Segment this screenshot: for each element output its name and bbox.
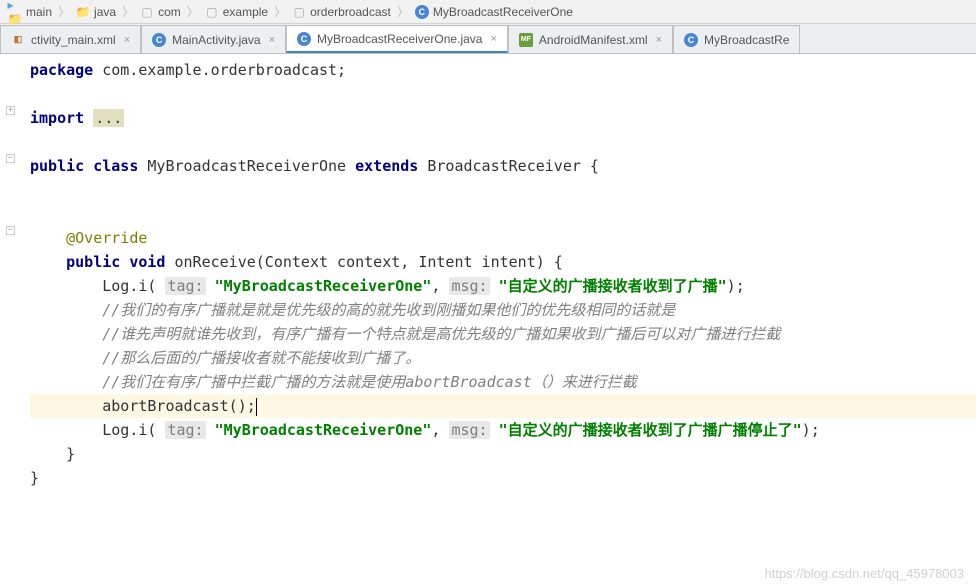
tab-mainactivity-java[interactable]: C MainActivity.java ×: [141, 25, 286, 53]
breadcrumb-label: orderbroadcast: [310, 5, 391, 19]
chevron-right-icon: 〉: [56, 3, 72, 20]
chevron-right-icon: 〉: [272, 3, 288, 20]
code-content[interactable]: package com.example.orderbroadcast; impo…: [0, 58, 976, 490]
folder-icon: ▸📁: [8, 5, 22, 19]
editor-tabs: ◧ ctivity_main.xml × C MainActivity.java…: [0, 24, 976, 54]
close-icon[interactable]: ×: [269, 34, 275, 46]
package-icon: ▢: [140, 5, 154, 19]
tab-mybroadcastre[interactable]: C MyBroadcastRe: [673, 25, 800, 53]
tab-label: MainActivity.java: [172, 33, 260, 47]
folder-icon: 📁: [76, 5, 90, 19]
xml-file-icon: ◧: [11, 33, 25, 47]
breadcrumb-item-java[interactable]: 📁 java: [72, 5, 120, 19]
chevron-right-icon: 〉: [120, 3, 136, 20]
watermark-text: https://blog.csdn.net/qq_45978003: [765, 566, 965, 581]
tab-label: MyBroadcastRe: [704, 33, 789, 47]
code-line: //我们的有序广播就是就是优先级的高的就先收到刚播如果他们的优先级相同的话就是: [30, 298, 976, 322]
breadcrumb-item-main[interactable]: ▸📁 main: [4, 5, 56, 19]
class-icon: C: [297, 32, 311, 46]
tab-androidmanifest-xml[interactable]: MF AndroidManifest.xml ×: [508, 25, 673, 53]
editor-gutter: + − −: [0, 54, 24, 490]
caret-icon: [256, 398, 257, 416]
breadcrumb-label: MyBroadcastReceiverOne: [433, 5, 573, 19]
class-icon: C: [684, 33, 698, 47]
blank-line: [30, 130, 976, 154]
blank-line: [30, 82, 976, 106]
code-line: //那么后面的广播接收者就不能接收到广播了。: [30, 346, 976, 370]
tab-mybroadcastreceiverone-java[interactable]: C MyBroadcastReceiverOne.java ×: [286, 25, 508, 53]
breadcrumb-bar: ▸📁 main 〉 📁 java 〉 ▢ com 〉 ▢ example 〉 ▢…: [0, 0, 976, 24]
tab-label: MyBroadcastReceiverOne.java: [317, 32, 482, 46]
class-icon: C: [415, 5, 429, 19]
code-line: @Override: [30, 226, 976, 250]
breadcrumb-item-com[interactable]: ▢ com: [136, 5, 185, 19]
tab-label: ctivity_main.xml: [31, 33, 116, 47]
breadcrumb-label: example: [223, 5, 268, 19]
breadcrumb-label: java: [94, 5, 116, 19]
tab-label: AndroidManifest.xml: [539, 33, 648, 47]
code-line: }: [30, 442, 976, 466]
breadcrumb-item-orderbroadcast[interactable]: ▢ orderbroadcast: [288, 5, 395, 19]
code-line: public class MyBroadcastReceiverOne exte…: [30, 154, 976, 178]
close-icon[interactable]: ×: [490, 33, 496, 45]
code-line: package com.example.orderbroadcast;: [30, 58, 976, 82]
package-icon: ▢: [205, 5, 219, 19]
code-line: //谁先声明就谁先收到，有序广播有一个特点就是高优先级的广播如果收到广播后可以对…: [30, 322, 976, 346]
fold-icon[interactable]: −: [6, 154, 15, 163]
code-line: Log.i( tag: "MyBroadcastReceiverOne", ms…: [30, 418, 976, 442]
code-line: }: [30, 466, 976, 490]
blank-line: [30, 178, 976, 202]
code-line: Log.i( tag: "MyBroadcastReceiverOne", ms…: [30, 274, 976, 298]
tab-activity-main-xml[interactable]: ◧ ctivity_main.xml ×: [0, 25, 141, 53]
current-line: abortBroadcast();: [30, 394, 976, 418]
chevron-right-icon: 〉: [395, 3, 411, 20]
class-icon: C: [152, 33, 166, 47]
breadcrumb-item-example[interactable]: ▢ example: [201, 5, 272, 19]
close-icon[interactable]: ×: [124, 34, 130, 46]
package-icon: ▢: [292, 5, 306, 19]
breadcrumb-label: main: [26, 5, 52, 19]
fold-icon[interactable]: −: [6, 226, 15, 235]
breadcrumb-label: com: [158, 5, 181, 19]
breadcrumb-item-class[interactable]: C MyBroadcastReceiverOne: [411, 5, 577, 19]
code-line: public void onReceive(Context context, I…: [30, 250, 976, 274]
blank-line: [30, 202, 976, 226]
chevron-right-icon: 〉: [185, 3, 201, 20]
code-editor[interactable]: + − − package com.example.orderbroadcast…: [0, 54, 976, 490]
fold-icon[interactable]: +: [6, 106, 15, 115]
manifest-icon: MF: [519, 33, 533, 47]
code-line: import ...: [30, 106, 976, 130]
close-icon[interactable]: ×: [656, 34, 662, 46]
code-line: //我们在有序广播中拦截广播的方法就是使用abortBroadcast（）来进行…: [30, 370, 976, 394]
